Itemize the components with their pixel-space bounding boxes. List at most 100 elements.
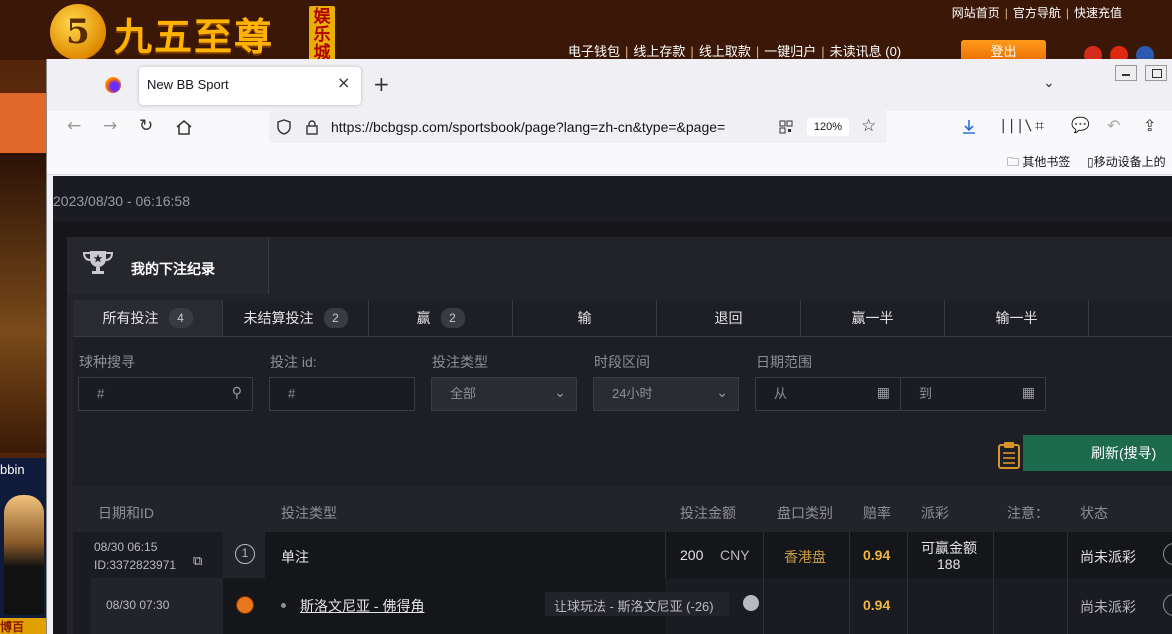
info-icon[interactable] — [1163, 543, 1172, 565]
bet-history-header[interactable]: 我的下注纪录 — [67, 237, 269, 294]
casino-logo-icon: 5 — [50, 4, 106, 60]
header-market: 盘口类别 — [777, 505, 833, 521]
bet-id-input[interactable]: # — [269, 377, 415, 411]
clipboard-icon[interactable] — [997, 441, 1021, 469]
tab-unsettled-bets[interactable]: 未结算投注 2 — [223, 300, 369, 337]
period-label: 时段区间 — [594, 354, 650, 370]
tab-bar: New BB Sport × + ⌄ — [47, 59, 1172, 111]
tab-label: 赢一半 — [851, 310, 894, 326]
casino-side-banner — [0, 93, 46, 153]
trophy-icon — [82, 251, 114, 274]
bet-type-value: 单注 — [281, 549, 309, 565]
search-icon[interactable]: ⚲ — [232, 385, 242, 401]
url-text[interactable]: https://bcbgsp.com/sportsbook/page?lang=… — [331, 119, 725, 135]
library-icon[interactable]: |||\ — [999, 118, 1033, 134]
sport-search-input[interactable]: # ⚲ — [78, 377, 253, 411]
match-name-link[interactable]: 斯洛文尼亚 - 佛得角 — [300, 596, 424, 616]
status-value: 尚未派彩 — [1080, 549, 1136, 565]
zoom-level-badge[interactable]: 120% — [807, 118, 849, 136]
divider — [907, 578, 908, 634]
maximize-window-icon[interactable] — [1145, 65, 1167, 81]
divider — [993, 532, 994, 578]
calendar-icon[interactable]: ▦ — [877, 385, 890, 401]
link-deposit[interactable]: 线上存款 — [633, 44, 685, 59]
bbin-ad-bottom-text: 博百 — [0, 618, 46, 634]
shield-icon[interactable] — [277, 119, 291, 135]
reload-icon[interactable]: ↻ — [139, 116, 153, 136]
bet-type-label: 投注类型 — [432, 354, 488, 370]
divider — [907, 532, 908, 578]
header-amount: 投注金额 — [680, 505, 736, 521]
lock-icon[interactable] — [305, 119, 319, 135]
link-official-nav[interactable]: 官方导航 — [1013, 6, 1061, 20]
tab-lose[interactable]: 输 — [513, 300, 657, 337]
link-unread-messages[interactable]: 未读讯息 (0) — [830, 44, 902, 59]
bookmark-mobile-folder[interactable]: ▯移动设备上的 — [1087, 153, 1166, 170]
link-e-wallet[interactable]: 电子钱包 — [568, 44, 620, 59]
tab-refund[interactable]: 退回 — [657, 300, 801, 337]
tab-all-bets[interactable]: 所有投注 4 — [73, 300, 223, 337]
refresh-search-button[interactable]: 刷新(搜寻) — [1023, 435, 1172, 471]
bet-date: 08/30 06:15 — [94, 540, 158, 554]
tab-more[interactable] — [1089, 300, 1172, 337]
bet-history-body: 所有投注 4 未结算投注 2 赢 2 输 退回 赢一半 输一半 球种搜寻 投注 … — [73, 300, 1172, 634]
bbin-ad-brand: bbin — [0, 462, 25, 477]
casino-logo-badge: 娱乐城 — [309, 6, 335, 62]
list-all-tabs-icon[interactable]: ⌄ — [1043, 75, 1055, 91]
tab-title: New BB Sport — [147, 77, 229, 92]
header-status: 状态 — [1080, 505, 1108, 521]
basketball-icon — [236, 596, 254, 614]
new-tab-icon[interactable]: + — [373, 72, 390, 96]
link-withdraw[interactable]: 线上取款 — [699, 44, 751, 59]
market-type: 香港盘 — [784, 549, 826, 565]
forward-arrow-icon[interactable]: → — [103, 116, 117, 136]
link-quick-recharge[interactable]: 快速充值 — [1074, 6, 1122, 20]
bet-type-select[interactable]: 全部 ⌄ — [431, 377, 577, 411]
chat-bubble-icon[interactable]: 💬 — [1071, 116, 1090, 134]
casino-top-links: 网站首页 | 官方导航 | 快速充值 — [951, 6, 1122, 20]
copy-icon[interactable]: ⧉ — [193, 553, 202, 569]
info-icon[interactable] — [1163, 594, 1172, 616]
payout-value: 188 — [937, 556, 961, 572]
tab-half-lose[interactable]: 输一半 — [945, 300, 1089, 337]
bookmark-other-folder[interactable]: 🗀 其他书签 — [1007, 153, 1070, 174]
mobile-device-icon: ▯ — [1087, 155, 1094, 169]
bookmark-star-icon[interactable]: ☆ — [861, 116, 876, 136]
table-row[interactable]: 08/30 06:15 ID:3372823971 ⧉ 1 单注 200 CNY… — [73, 532, 1172, 578]
date-from-input[interactable]: 从 ▦ — [755, 377, 901, 411]
date-to-input[interactable]: 到 ▦ — [900, 377, 1046, 411]
divider — [849, 578, 850, 634]
link-one-click-transfer[interactable]: 一键归户 — [764, 44, 816, 59]
crop-icon[interactable]: ⌗ — [1035, 116, 1044, 136]
address-bar[interactable]: https://bcbgsp.com/sportsbook/page?lang=… — [269, 111, 887, 143]
bet-amount: 200 — [680, 547, 704, 563]
tab-label: 所有投注 — [102, 310, 159, 326]
share-icon[interactable]: ⇪ — [1143, 116, 1156, 135]
back-arrow-icon[interactable]: ← — [67, 116, 81, 136]
minimize-window-icon[interactable] — [1115, 65, 1137, 81]
tab-half-win[interactable]: 赢一半 — [801, 300, 945, 337]
calendar-icon[interactable]: ▦ — [1022, 385, 1035, 401]
bet-id-label: 投注 id: — [270, 354, 317, 370]
tab-close-icon[interactable]: × — [337, 73, 350, 92]
tab-win[interactable]: 赢 2 — [369, 300, 513, 337]
qr-code-icon[interactable] — [779, 120, 793, 134]
header-notes: 注意： — [1007, 505, 1049, 521]
folder-icon: 🗀 — [1007, 155, 1020, 169]
home-icon[interactable] — [175, 119, 193, 135]
odds-value: 0.94 — [863, 547, 891, 563]
divider — [993, 578, 994, 634]
undo-icon[interactable]: ↶ — [1107, 116, 1120, 135]
user-icon[interactable] — [743, 595, 759, 611]
download-icon[interactable] — [961, 119, 977, 135]
count-badge: 2 — [323, 308, 348, 328]
bet-detail: 让球玩法 - 斯洛文尼亚 (-26) — [554, 599, 714, 614]
date-range-label: 日期范围 — [756, 354, 812, 370]
period-select[interactable]: 24小时 ⌄ — [593, 377, 739, 411]
link-home[interactable]: 网站首页 — [952, 6, 1000, 20]
count-badge: 2 — [440, 308, 465, 328]
firefox-icon[interactable] — [105, 77, 121, 93]
payout-label: 可赢金额 — [921, 540, 977, 556]
table-row[interactable]: 08/30 07:30 斯洛文尼亚 - 佛得角 让球玩法 - 斯洛文尼亚 (-2… — [73, 578, 1172, 634]
header-bet-type: 投注类型 — [281, 505, 337, 521]
